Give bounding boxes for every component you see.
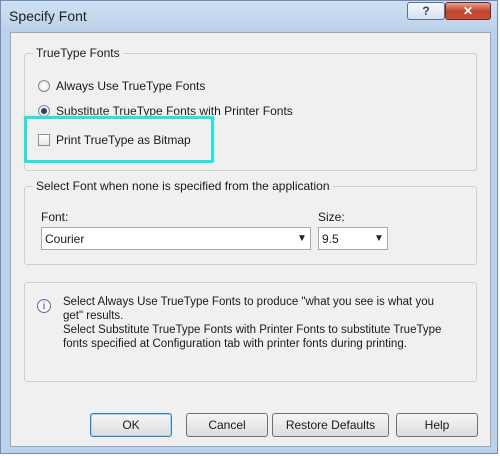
window-title: Specify Font: [9, 8, 87, 24]
checkbox-print-truetype-as-bitmap[interactable]: Print TrueType as Bitmap: [38, 133, 191, 147]
info-line: Select Always Use TrueType Fonts to prod…: [63, 296, 434, 308]
select-font-legend: Select Font when none is specified from …: [33, 179, 333, 193]
info-line: Select Substitute TrueType Fonts with Pr…: [63, 324, 442, 336]
help-button[interactable]: Help: [396, 413, 478, 437]
radio-always-label: Always Use TrueType Fonts: [56, 79, 206, 93]
size-select[interactable]: 9.5 ▼: [318, 227, 388, 250]
info-line: fonts specified at Configuration tab wit…: [63, 338, 407, 350]
info-line: get" results.: [63, 310, 124, 322]
close-button[interactable]: ✕: [445, 2, 491, 20]
font-select-value: Courier: [45, 231, 85, 246]
font-label: Font:: [41, 210, 69, 224]
chevron-down-icon[interactable]: ▼: [371, 233, 387, 244]
bitmap-checkbox[interactable]: [38, 134, 50, 146]
size-label: Size:: [318, 210, 345, 224]
size-select-value: 9.5: [322, 231, 339, 246]
restore-defaults-button[interactable]: Restore Defaults: [272, 413, 389, 437]
help-titlebar-button[interactable]: ?: [407, 2, 445, 20]
font-select[interactable]: Courier ▼: [41, 227, 311, 250]
select-font-group: Select Font when none is specified from …: [24, 179, 477, 265]
ok-button[interactable]: OK: [90, 413, 172, 437]
info-text: Select Always Use TrueType Fonts to prod…: [63, 295, 468, 351]
info-icon: i: [37, 299, 51, 313]
truetype-fonts-legend: TrueType Fonts: [33, 46, 123, 60]
info-box: i Select Always Use TrueType Fonts to pr…: [24, 282, 477, 382]
cancel-button[interactable]: Cancel: [186, 413, 268, 437]
dialog-client-area: TrueType Fonts Always Use TrueType Fonts…: [10, 32, 491, 447]
specify-font-dialog: Specify Font ? ✕ TrueType Fonts Always U…: [0, 0, 498, 454]
chevron-down-icon[interactable]: ▼: [294, 233, 310, 244]
radio-button-always[interactable]: [38, 80, 50, 92]
bitmap-checkbox-label: Print TrueType as Bitmap: [56, 133, 191, 147]
radio-always-use-truetype[interactable]: Always Use TrueType Fonts: [38, 79, 205, 93]
